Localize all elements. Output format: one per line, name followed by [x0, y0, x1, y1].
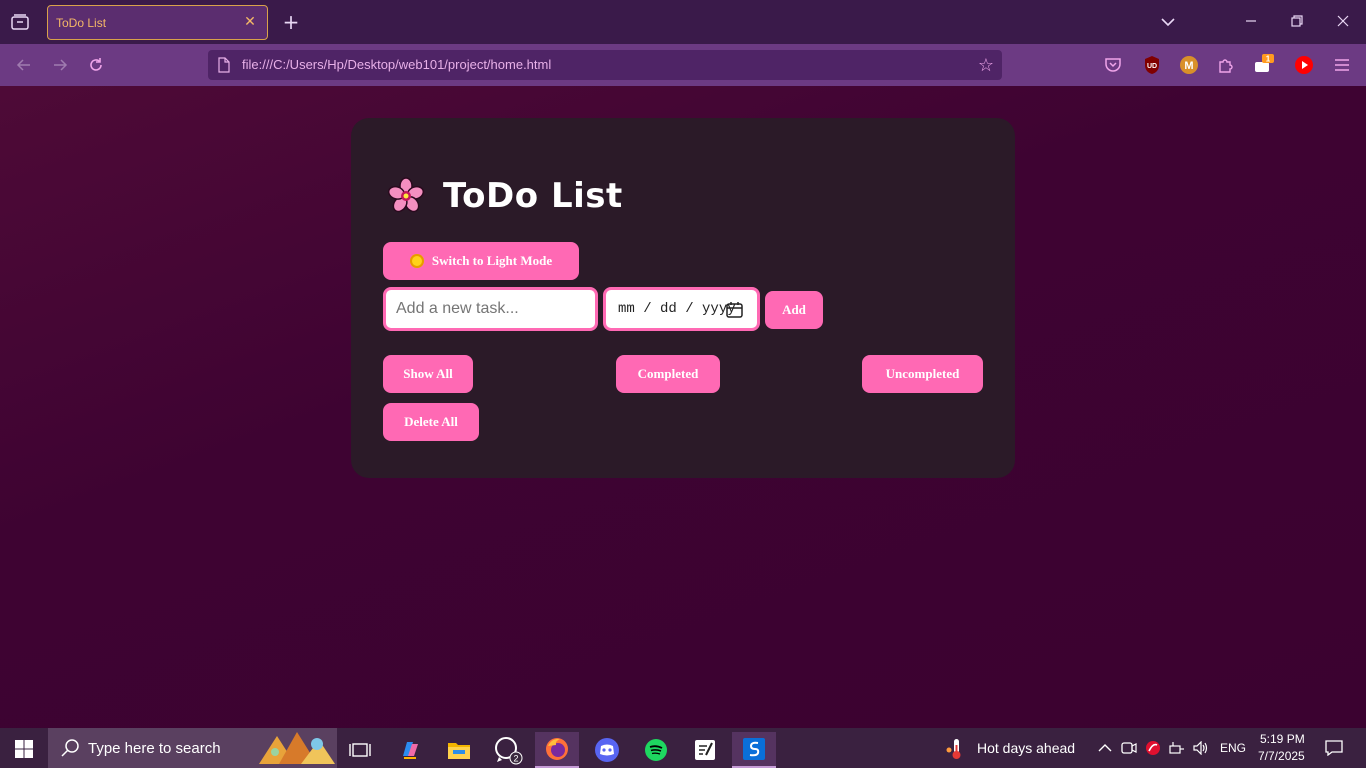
task-input[interactable]: Add a new task...	[383, 287, 598, 331]
add-task-button[interactable]: Add	[765, 291, 823, 329]
close-window-icon[interactable]	[1332, 10, 1354, 32]
filter-uncompleted-button[interactable]: Uncompleted	[862, 355, 983, 393]
page-icon	[218, 57, 230, 73]
notification-extension-icon[interactable]: 1	[1253, 54, 1275, 76]
firefox-icon[interactable]	[535, 732, 579, 768]
due-date-input[interactable]: mm / dd / yyyy	[603, 287, 760, 331]
chevron-down-icon[interactable]	[1158, 12, 1178, 32]
svg-text:M: M	[1184, 60, 1193, 72]
hamburger-menu-icon[interactable]	[1331, 54, 1353, 76]
todo-card: ToDo List Switch to Light Mode Add a new…	[351, 118, 1015, 478]
m-extension-icon[interactable]: M	[1178, 54, 1200, 76]
search-highlight-image	[259, 732, 335, 764]
minimize-icon[interactable]	[1240, 10, 1262, 32]
delete-all-button[interactable]: Delete All	[383, 403, 479, 441]
notification-center-icon[interactable]	[1325, 739, 1343, 757]
calendar-icon[interactable]	[726, 301, 743, 318]
url-text: file:///C:/Users/Hp/Desktop/web101/proje…	[242, 57, 552, 72]
page-title: ToDo List	[443, 176, 623, 216]
browser-titlebar: ToDo List ✕ +	[0, 0, 1366, 44]
weather-thermometer-icon[interactable]	[946, 738, 966, 760]
address-bar[interactable]: file:///C:/Users/Hp/Desktop/web101/proje…	[208, 50, 1002, 80]
tab-todo-list[interactable]: ToDo List ✕	[47, 5, 268, 40]
volume-icon[interactable]	[1193, 740, 1209, 756]
search-icon	[61, 739, 79, 757]
task-view-icon[interactable]	[338, 732, 382, 768]
chevron-up-icon[interactable]	[1097, 740, 1113, 756]
pocket-icon[interactable]	[1102, 54, 1124, 76]
clock-date[interactable]: 7/7/2025	[1258, 749, 1305, 763]
theme-toggle-button[interactable]: Switch to Light Mode	[383, 242, 579, 280]
back-icon[interactable]	[13, 54, 35, 76]
bookmark-star-icon[interactable]: ☆	[976, 55, 996, 76]
language-indicator[interactable]: ENG	[1220, 741, 1246, 755]
clock-time[interactable]: 5:19 PM	[1260, 732, 1305, 746]
copilot-icon[interactable]	[388, 732, 432, 768]
windows-taskbar: Type here to search 2 Hot days ahead ENG…	[0, 728, 1366, 768]
taskbar-search[interactable]: Type here to search	[48, 728, 337, 768]
svg-text:1: 1	[1266, 55, 1271, 64]
windows-start-icon[interactable]	[14, 739, 34, 759]
cherry-blossom-icon	[387, 177, 425, 213]
new-tab-button[interactable]: +	[280, 10, 302, 34]
forward-icon[interactable]	[49, 54, 71, 76]
heading-row: ToDo List	[387, 176, 623, 216]
whatsapp-badge: 2	[513, 754, 518, 764]
reload-icon[interactable]	[85, 54, 107, 76]
restore-icon[interactable]	[1286, 10, 1308, 32]
browser-navbar: file:///C:/Users/Hp/Desktop/web101/proje…	[0, 44, 1366, 86]
ublock-icon[interactable]: UD	[1141, 54, 1163, 76]
network-icon[interactable]	[1169, 740, 1185, 756]
antivirus-icon[interactable]	[1145, 740, 1161, 756]
editor-app-icon[interactable]	[732, 732, 776, 768]
tab-close-icon[interactable]: ✕	[241, 13, 259, 31]
filter-show-all-button[interactable]: Show All	[383, 355, 473, 393]
page-background: ToDo List Switch to Light Mode Add a new…	[0, 86, 1366, 728]
svg-text:UD: UD	[1147, 63, 1157, 70]
youtube-icon[interactable]	[1293, 54, 1315, 76]
discord-icon[interactable]	[585, 732, 629, 768]
file-explorer-icon[interactable]	[437, 732, 481, 768]
meet-now-icon[interactable]	[1121, 740, 1137, 756]
notes-app-icon[interactable]	[683, 732, 727, 768]
spotify-icon[interactable]	[634, 732, 678, 768]
tab-list-icon[interactable]	[8, 10, 32, 34]
search-placeholder: Type here to search	[88, 740, 221, 757]
date-placeholder: mm / dd / yyyy	[618, 301, 736, 317]
weather-text[interactable]: Hot days ahead	[977, 740, 1075, 756]
filter-completed-button[interactable]: Completed	[616, 355, 720, 393]
whatsapp-icon[interactable]: 2	[486, 732, 530, 768]
sun-icon	[409, 254, 424, 268]
tab-title: ToDo List	[56, 15, 107, 30]
theme-toggle-label: Switch to Light Mode	[431, 253, 553, 268]
extensions-puzzle-icon[interactable]	[1215, 54, 1237, 76]
